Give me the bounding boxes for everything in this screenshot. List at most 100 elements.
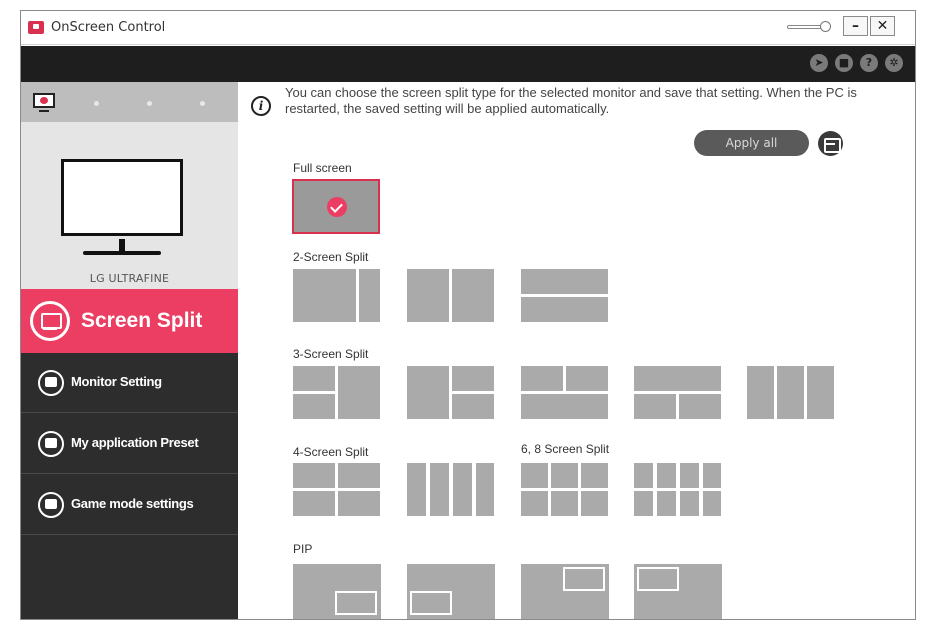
layout-cell: [338, 463, 380, 488]
pip-window: [410, 591, 452, 615]
settings-icon[interactable]: ✲: [885, 54, 903, 72]
layout-cell: [657, 491, 676, 516]
layout-2-split-vertical[interactable]: [407, 269, 495, 324]
layout-cell: [293, 269, 356, 322]
menu-monitor-setting[interactable]: Monitor Setting: [21, 353, 238, 413]
layout-cell: [680, 463, 699, 488]
layout-pip-top-left[interactable]: [634, 564, 722, 619]
section-pip: PIP: [293, 542, 313, 556]
layout-cell: [293, 394, 335, 419]
layout-cell: [293, 491, 335, 516]
layout-cell: [634, 463, 653, 488]
layout-3-split-bottom-pair[interactable]: [634, 366, 722, 421]
layout-pip-bottom-left[interactable]: [407, 564, 495, 619]
apply-all-button[interactable]: Apply all: [694, 130, 809, 156]
info-icon: i: [251, 96, 271, 116]
layout-cell: [521, 366, 563, 391]
layout-cell: [634, 366, 721, 391]
layout-full-screen[interactable]: [292, 179, 380, 234]
screen-split-icon: [30, 301, 70, 341]
opacity-slider[interactable]: [787, 21, 831, 32]
layout-cell: [521, 297, 608, 322]
layout-4-split-columns[interactable]: [407, 463, 495, 518]
layout-icon[interactable]: [818, 131, 843, 156]
pointer-icon[interactable]: ➤: [810, 54, 828, 72]
layout-cell: [680, 491, 699, 516]
layout-cell: [777, 366, 804, 419]
layout-cell: [453, 463, 472, 516]
layout-cell: [521, 394, 608, 419]
layout-cell: [634, 394, 676, 419]
menu-game-mode-settings[interactable]: Game mode settings: [21, 475, 238, 535]
layout-cell: [581, 491, 608, 516]
section-3-screen-split: 3-Screen Split: [293, 347, 369, 361]
layout-pip-top-right[interactable]: [521, 564, 609, 619]
layout-cell: [407, 366, 449, 419]
monitor-slot-dot[interactable]: [94, 101, 99, 106]
layout-2-split-horizontal[interactable]: [521, 269, 609, 324]
layout-cell: [359, 269, 380, 322]
app-window: OnScreen Control – ✕ ➤ ■ ? ✲ LG ULTRAFIN…: [20, 10, 916, 620]
layout-cell: [807, 366, 834, 419]
layout-cell: [293, 463, 335, 488]
layout-8-split-grid[interactable]: [634, 463, 722, 518]
title-bar: OnScreen Control – ✕: [21, 11, 915, 45]
checkmark-icon: [327, 197, 347, 217]
section-6-8-screen-split: 6, 8 Screen Split: [521, 442, 610, 456]
slider-knob[interactable]: [820, 21, 831, 32]
monitor-setting-icon: [38, 370, 64, 396]
layout-cell: [521, 463, 548, 488]
menu-label: Monitor Setting: [71, 374, 162, 389]
layout-cell: [566, 366, 608, 391]
layout-3-split-top-pair[interactable]: [521, 366, 609, 421]
layout-cell: [703, 491, 721, 516]
layout-cell: [581, 463, 608, 488]
layout-cell: [679, 394, 721, 419]
monitor-select-icon[interactable]: [33, 93, 55, 112]
layout-cell: [452, 269, 494, 322]
layout-cell: [521, 269, 608, 294]
monitor-slot-dot[interactable]: [200, 101, 205, 106]
layout-cell: [521, 491, 548, 516]
layout-cell: [476, 463, 494, 516]
section-full-screen: Full screen: [293, 161, 352, 175]
sidebar: LG ULTRAFINE Screen Split Monitor Settin…: [21, 82, 238, 619]
layout-cell: [657, 463, 676, 488]
monitor-base: [83, 251, 161, 255]
layout-cell: [430, 463, 449, 516]
menu-label: My application Preset: [71, 435, 199, 450]
top-toolbar: ➤ ■ ? ✲: [21, 46, 915, 82]
layout-cell: [551, 491, 578, 516]
help-icon[interactable]: ?: [860, 54, 878, 72]
pip-window: [637, 567, 679, 591]
monitor-selector: [21, 82, 238, 122]
layout-cell: [551, 463, 578, 488]
monitor-slot-dot[interactable]: [147, 101, 152, 106]
display-icon[interactable]: ■: [835, 54, 853, 72]
layout-cell: [407, 269, 449, 322]
monitor-name: LG ULTRAFINE: [89, 272, 170, 285]
layout-cell: [747, 366, 774, 419]
menu-label: Screen Split: [81, 309, 203, 332]
layout-cell: [634, 491, 653, 516]
section-4-screen-split: 4-Screen Split: [293, 445, 369, 459]
layout-3-split-columns[interactable]: [747, 366, 835, 421]
section-2-screen-split: 2-Screen Split: [293, 250, 369, 264]
menu-screen-split[interactable]: Screen Split: [21, 289, 238, 353]
layout-3-split-right-stack[interactable]: [407, 366, 495, 421]
layout-cell: [452, 394, 494, 419]
app-logo-icon: [28, 21, 44, 34]
close-button[interactable]: ✕: [870, 16, 895, 36]
pip-window: [335, 591, 377, 615]
layout-cell: [703, 463, 721, 488]
minimize-button[interactable]: –: [843, 16, 868, 36]
menu-label: Game mode settings: [71, 496, 194, 511]
window-title: OnScreen Control: [51, 20, 166, 35]
layout-2-split-wide-left[interactable]: [293, 269, 381, 324]
layout-6-split-grid[interactable]: [521, 463, 609, 518]
monitor-image-icon: [61, 159, 183, 236]
menu-my-application-preset[interactable]: My application Preset: [21, 414, 238, 474]
layout-pip-bottom-right[interactable]: [293, 564, 381, 619]
layout-4-split-grid[interactable]: [293, 463, 381, 518]
layout-3-split-left-stack[interactable]: [293, 366, 381, 421]
